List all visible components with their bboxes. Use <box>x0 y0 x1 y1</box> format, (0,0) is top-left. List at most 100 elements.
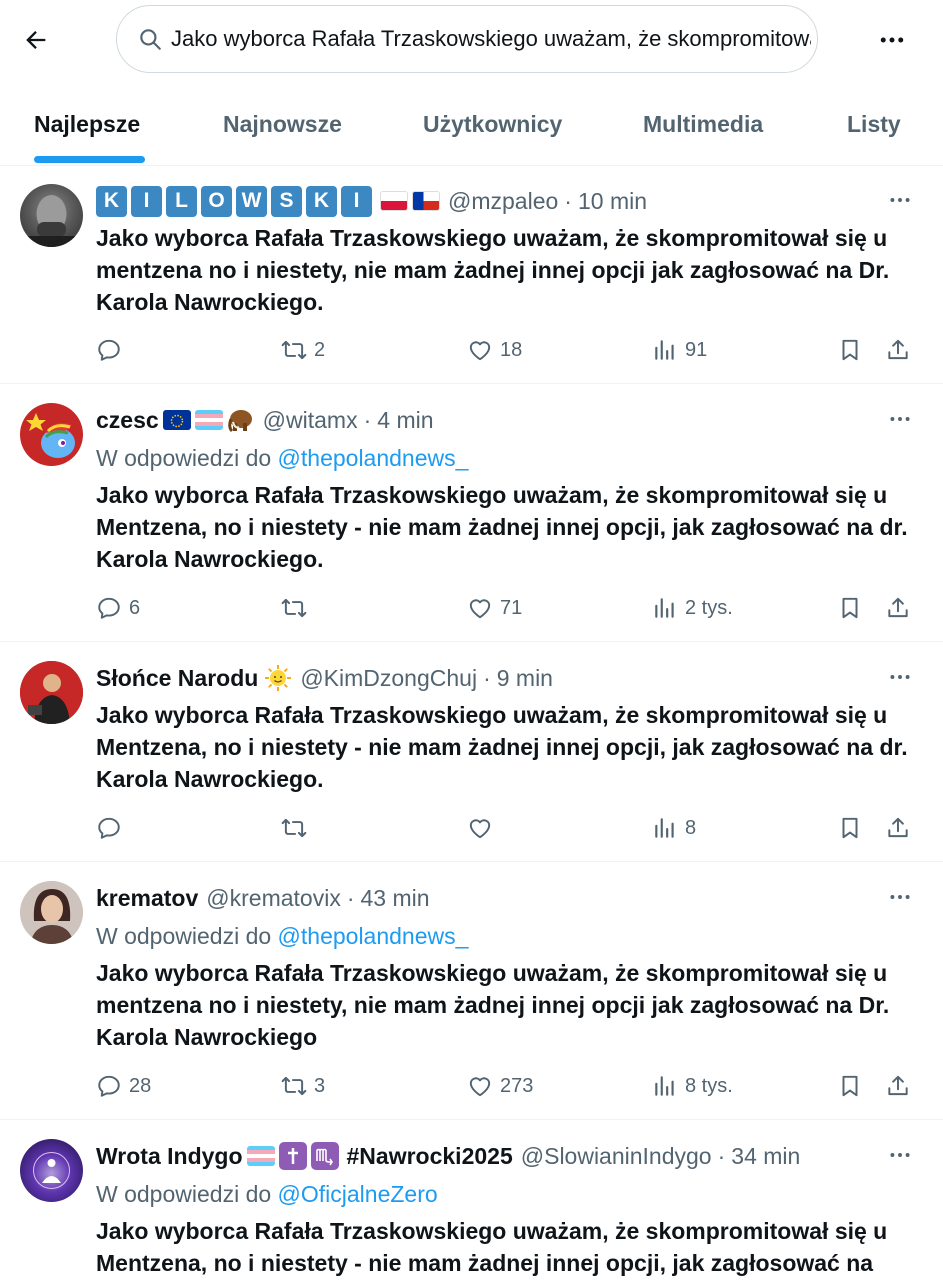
share-button[interactable] <box>885 1068 911 1104</box>
tweet-actions: 8 <box>0 810 943 846</box>
letter-i-icon: I <box>131 185 162 217</box>
bookmark-icon <box>842 1075 858 1097</box>
tweet[interactable]: Wrota Indygo #Nawrocki2025 @SlowianinInd… <box>0 1121 943 1280</box>
tweet-actions: 28 3 273 8 tys. <box>0 1068 943 1104</box>
bookmark-button[interactable] <box>837 590 863 626</box>
tab-najnowsze[interactable]: Najnowsze <box>223 82 342 166</box>
tab-najlepsze[interactable]: Najlepsze <box>34 82 140 166</box>
tab-listy[interactable]: Listy <box>847 82 901 166</box>
more-horizontal-icon <box>890 895 910 899</box>
display-name[interactable]: Słońce Narodu <box>96 665 258 692</box>
display-name[interactable]: czesc <box>96 407 159 434</box>
retweet-button[interactable] <box>281 810 314 846</box>
tweet-more-button[interactable] <box>880 662 920 692</box>
more-options-button[interactable] <box>870 18 914 62</box>
reply-to-link[interactable]: @OficjalneZero <box>278 1181 438 1207</box>
reply-button[interactable] <box>96 810 129 846</box>
search-tabs: Najlepsze Najnowsze Użytkownicy Multimed… <box>0 82 943 166</box>
tweet-header: Słońce Narodu @KimDzongChuj · 9 min <box>96 661 553 695</box>
reply-to-link[interactable]: @thepolandnews_ <box>278 923 469 949</box>
bookmark-button[interactable] <box>837 810 863 846</box>
tab-multimedia[interactable]: Multimedia <box>643 82 763 166</box>
share-button[interactable] <box>885 590 911 626</box>
view-count: 8 tys. <box>685 1074 733 1097</box>
more-horizontal-icon <box>890 675 910 679</box>
like-count: 273 <box>500 1074 534 1097</box>
user-handle[interactable]: @krematovix <box>206 885 341 912</box>
tweet-more-button[interactable] <box>880 882 920 912</box>
top-bar <box>0 0 943 80</box>
avatar[interactable] <box>20 661 83 724</box>
tab-uzytkownicy[interactable]: Użytkownicy <box>423 82 562 166</box>
views-button[interactable]: 91 <box>652 332 707 368</box>
retweet-button[interactable]: 2 <box>281 332 325 368</box>
bookmark-icon <box>842 339 858 361</box>
tweet-text: Jako wyborca Rafała Trzaskowskiego uważa… <box>96 1218 888 1276</box>
separator-dot: · <box>483 664 491 691</box>
avatar[interactable] <box>20 403 83 466</box>
avatar[interactable] <box>20 881 83 944</box>
name-hashtag[interactable]: #Nawrocki2025 <box>347 1143 513 1170</box>
tweet-more-button[interactable] <box>880 185 920 215</box>
active-tab-indicator <box>34 156 145 163</box>
share-button[interactable] <box>885 810 911 846</box>
more-horizontal-icon <box>890 1153 910 1157</box>
like-button[interactable] <box>467 810 500 846</box>
tweet-time[interactable]: 9 min <box>497 665 553 692</box>
scorpio-icon <box>310 1142 339 1170</box>
tweet[interactable]: Słońce Narodu @KimDzongChuj · 9 min Jako… <box>0 643 943 862</box>
reply-to-link[interactable]: @thepolandnews_ <box>278 445 469 471</box>
bookmark-button[interactable] <box>837 332 863 368</box>
back-button[interactable] <box>14 18 58 62</box>
tweet-text: Jako wyborca Rafała Trzaskowskiego uważa… <box>96 702 908 792</box>
like-button[interactable]: 273 <box>467 1068 533 1104</box>
display-name[interactable]: krematov <box>96 885 198 912</box>
views-button[interactable]: 8 <box>652 810 696 846</box>
tweet-more-button[interactable] <box>880 404 920 434</box>
tweet-time[interactable]: 10 min <box>578 188 647 215</box>
retweet-icon <box>281 1076 307 1096</box>
avatar-meditation-icon <box>33 1152 70 1189</box>
tweet-time[interactable]: 4 min <box>377 407 433 434</box>
like-button[interactable]: 18 <box>467 332 522 368</box>
share-icon <box>888 597 908 618</box>
reply-button[interactable] <box>96 332 129 368</box>
views-button[interactable]: 8 tys. <box>652 1068 733 1104</box>
views-button[interactable]: 2 tys. <box>652 590 733 626</box>
tweet[interactable]: krematov @krematovix · 43 min W odpowied… <box>0 863 943 1120</box>
display-name[interactable]: K I L O W S K I <box>96 185 376 217</box>
avatar-person-icon <box>20 881 83 944</box>
user-handle[interactable]: @mzpaleo <box>448 188 558 215</box>
tweet-time[interactable]: 43 min <box>361 885 430 912</box>
mammoth-icon <box>227 407 255 433</box>
retweet-button[interactable]: 3 <box>281 1068 325 1104</box>
user-handle[interactable]: @witamx <box>263 407 358 434</box>
reply-button[interactable]: 28 <box>96 1068 151 1104</box>
search-input[interactable] <box>171 26 811 52</box>
bookmark-button[interactable] <box>837 1068 863 1104</box>
user-handle[interactable]: @KimDzongChuj <box>300 665 477 692</box>
tweet-more-button[interactable] <box>880 1140 920 1170</box>
avatar[interactable] <box>20 1139 83 1202</box>
more-horizontal-icon <box>880 37 904 43</box>
search-field[interactable] <box>116 5 818 73</box>
reply-prefix: W odpowiedzi do <box>96 1181 278 1207</box>
share-button[interactable] <box>885 332 911 368</box>
back-arrow-icon <box>26 31 46 49</box>
avatar[interactable] <box>20 184 83 247</box>
tweet[interactable]: K I L O W S K I @mzpaleo · 10 min Jako w… <box>0 166 943 384</box>
tweet[interactable]: czesc @witamx · 4 min W odpowiedzi do @t… <box>0 385 943 642</box>
bookmark-icon <box>842 597 858 619</box>
search-icon <box>140 29 161 50</box>
reply-button[interactable]: 6 <box>96 590 140 626</box>
display-name[interactable]: Wrota Indygo <box>96 1143 243 1170</box>
retweet-button[interactable] <box>281 590 314 626</box>
flag-transgender-icon <box>246 1146 275 1166</box>
tweet-header: K I L O W S K I @mzpaleo · 10 min <box>96 184 647 218</box>
user-handle[interactable]: @SlowianinIndygo <box>521 1143 712 1170</box>
retweet-count: 2 <box>314 338 326 361</box>
letter-w-icon: W <box>236 185 267 217</box>
tweet-time[interactable]: 34 min <box>731 1143 800 1170</box>
like-button[interactable]: 71 <box>467 590 522 626</box>
tweet-header: krematov @krematovix · 43 min <box>96 881 430 915</box>
